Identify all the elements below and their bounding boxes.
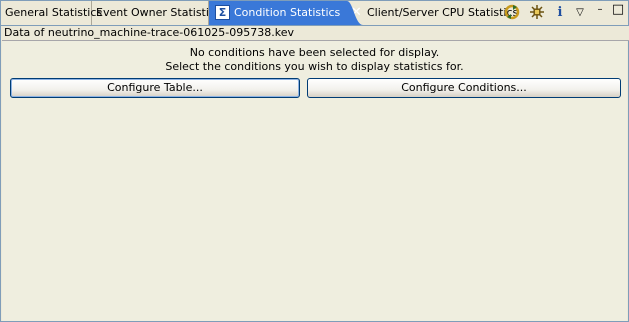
- sigma-icon: Σ: [215, 4, 230, 20]
- tab-label: Condition Statistics: [234, 6, 341, 19]
- statistics-content-area: No conditions have been selected for dis…: [2, 41, 627, 321]
- data-source-label: Data of neutrino_machine-trace-061025-09…: [2, 26, 629, 41]
- configure-table-button[interactable]: Configure Table...: [10, 78, 300, 98]
- settings-icon[interactable]: [528, 4, 546, 22]
- tab-event-owner-statistics[interactable]: Event Owner Statistics: [92, 1, 221, 25]
- tab-label: Client/Server CPU Statistics: [367, 6, 519, 19]
- tab-label: General Statistics: [5, 6, 103, 19]
- tab-client-server-cpu-statistics[interactable]: Client/Server CPU Statistics: [363, 1, 518, 25]
- view-menu-icon[interactable]: ▽: [571, 4, 589, 22]
- sync-icon[interactable]: [503, 4, 521, 22]
- maximize-icon[interactable]: □: [609, 1, 627, 19]
- tab-bar: General Statistics Event Owner Statistic…: [1, 1, 628, 26]
- active-tab-curve: [347, 1, 363, 25]
- statistics-view: General Statistics Event Owner Statistic…: [0, 0, 629, 322]
- tab-general-statistics[interactable]: General Statistics: [1, 1, 102, 25]
- tab-label: Event Owner Statistics: [96, 6, 221, 19]
- select-conditions-hint: Select the conditions you wish to displa…: [165, 60, 464, 73]
- minimize-icon[interactable]: –: [591, 1, 609, 19]
- no-conditions-message: No conditions have been selected for dis…: [189, 46, 440, 59]
- configure-conditions-button[interactable]: Configure Conditions...: [307, 78, 621, 98]
- tab-condition-statistics[interactable]: Σ Condition Statistics ✕: [209, 1, 362, 25]
- info-icon[interactable]: i: [551, 4, 569, 22]
